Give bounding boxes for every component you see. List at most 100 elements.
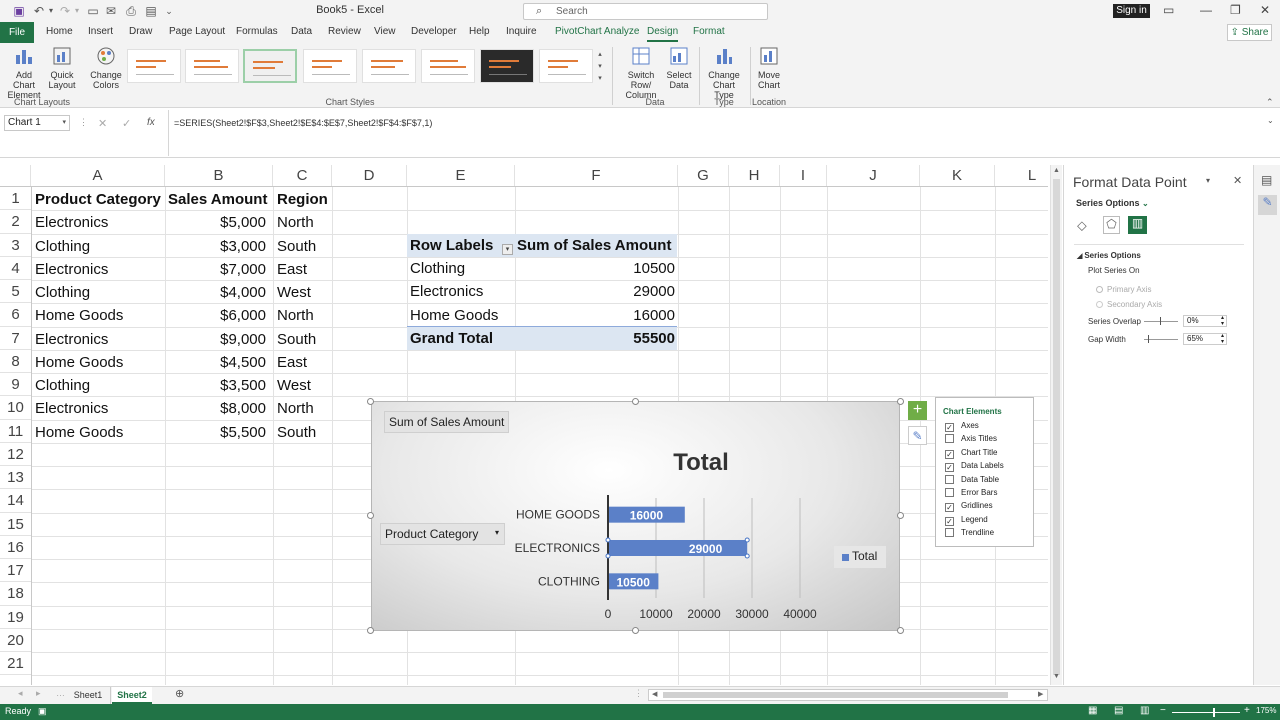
page-break-view-icon[interactable]: ▥ — [1140, 705, 1149, 716]
row-header[interactable]: 8 — [0, 350, 31, 373]
cell-sales-amount[interactable]: $3,000 — [168, 235, 266, 258]
tab-view[interactable]: View — [374, 26, 396, 37]
close-icon[interactable]: ✕ — [1260, 3, 1270, 17]
horizontal-scrollbar-thumb[interactable] — [663, 692, 1008, 698]
cell-product-category[interactable]: Home Goods — [35, 304, 123, 327]
cell-sales-amount[interactable]: $4,000 — [168, 281, 266, 304]
tab-format[interactable]: Format — [693, 26, 725, 37]
collapse-ribbon-icon[interactable]: ⌃ — [1266, 97, 1274, 108]
tab-design[interactable]: Design — [647, 26, 679, 42]
col-header-a[interactable]: A — [31, 165, 165, 187]
scroll-right-arrow-icon[interactable]: ▶ — [1038, 690, 1043, 698]
horizontal-scrollbar[interactable]: ◀ ▶ — [648, 689, 1048, 701]
cell-region[interactable]: East — [277, 351, 307, 374]
quick-layout-button[interactable]: Quick Layout — [46, 45, 78, 90]
series-options-icon[interactable]: ▥ — [1128, 216, 1147, 234]
chart-element-option[interactable]: ✓ Gridlines — [945, 501, 993, 513]
row-header[interactable]: 11 — [0, 420, 31, 443]
pivot-row-labels-header[interactable]: Row Labels — [410, 234, 493, 257]
pivot-grand-total-value[interactable]: 55500 — [580, 327, 675, 350]
header-product-category[interactable]: Product Category — [35, 188, 161, 211]
checkbox-checked-icon[interactable]: ✓ — [945, 516, 954, 526]
chart-style-7[interactable] — [480, 49, 534, 83]
resize-handle[interactable] — [367, 512, 374, 519]
zoom-slider[interactable] — [1172, 712, 1240, 713]
chart-element-option[interactable]: ✓ Data Labels — [945, 461, 1004, 473]
col-header-j[interactable]: J — [827, 165, 920, 187]
switch-row-column-button[interactable]: Switch Row/ Column — [618, 45, 664, 100]
checkbox-icon[interactable] — [945, 528, 954, 538]
search-input[interactable]: ⌕ Search — [523, 3, 768, 20]
add-chart-element-button[interactable]: Add Chart Element — [4, 45, 44, 100]
chart-style-4[interactable] — [303, 49, 357, 83]
col-header-g[interactable]: G — [678, 165, 729, 187]
cell-product-category[interactable]: Clothing — [35, 235, 90, 258]
chart-style-8[interactable] — [539, 49, 593, 83]
chart-element-option[interactable]: Error Bars — [945, 488, 997, 497]
col-header-d[interactable]: D — [332, 165, 407, 187]
ribbon-display-icon[interactable]: ▭ — [1163, 3, 1174, 17]
tab-pivotchart-analyze[interactable]: PivotChart Analyze — [555, 26, 640, 37]
series-overlap-input[interactable]: 0% ▴ ▾ — [1183, 315, 1227, 327]
pivot-chart[interactable]: Sum of Sales Amount Product Category ▾ To… — [371, 401, 900, 631]
scrollbar-thumb[interactable] — [1053, 179, 1060, 675]
cell-product-category[interactable]: Clothing — [35, 281, 90, 304]
normal-view-icon[interactable]: ▦ — [1088, 705, 1097, 716]
spinner-icon[interactable]: ▴ ▾ — [1221, 315, 1224, 327]
chart-elements-button[interactable]: + — [908, 401, 927, 420]
name-box-dropdown-icon[interactable]: ▾ — [62, 116, 66, 130]
cell-product-category[interactable]: Home Goods — [35, 351, 123, 374]
chart-element-option[interactable]: ✓ Axes — [945, 421, 979, 432]
scroll-left-arrow-icon[interactable]: ◀ — [652, 690, 657, 698]
legend[interactable]: Total — [834, 546, 886, 568]
row-header[interactable]: 2 — [0, 210, 31, 234]
change-chart-type-button[interactable]: Change Chart Type — [703, 45, 745, 100]
header-region[interactable]: Region — [277, 188, 328, 211]
cell-region[interactable]: South — [277, 328, 316, 351]
scroll-down-arrow-icon[interactable]: ▼ — [1053, 673, 1060, 680]
minimize-icon[interactable]: — — [1200, 3, 1212, 17]
pivot-row-value[interactable]: 29000 — [580, 280, 675, 303]
gap-width-slider[interactable] — [1144, 339, 1178, 340]
chart-style-5[interactable] — [362, 49, 416, 83]
resize-handle[interactable] — [897, 398, 904, 405]
row-header[interactable]: 17 — [0, 559, 31, 583]
pivot-filter-dropdown-icon[interactable]: ▾ — [502, 244, 513, 255]
col-header-e[interactable]: E — [407, 165, 515, 187]
secondary-axis-radio[interactable]: Secondary Axis — [1096, 300, 1162, 309]
scroll-up-arrow-icon[interactable]: ▲ — [1053, 167, 1060, 174]
chart-element-option[interactable]: Axis Titles — [945, 434, 997, 444]
row-header[interactable]: 3 — [0, 234, 31, 257]
cell-region[interactable]: West — [277, 281, 311, 304]
zoom-out-icon[interactable]: − — [1160, 705, 1166, 716]
checkbox-icon[interactable] — [945, 488, 954, 497]
sheet-tab-sheet2[interactable]: Sheet2 — [112, 687, 152, 704]
row-header[interactable]: 15 — [0, 513, 31, 536]
sheet-tab-sheet1[interactable]: Sheet1 — [66, 687, 111, 704]
tab-formulas[interactable]: Formulas — [236, 26, 278, 37]
resize-handle[interactable] — [897, 627, 904, 634]
checkbox-checked-icon[interactable]: ✓ — [945, 503, 954, 513]
zoom-in-icon[interactable]: + — [1244, 705, 1250, 716]
row-header[interactable]: 20 — [0, 629, 31, 652]
cell-sales-amount[interactable]: $9,000 — [168, 328, 266, 351]
gap-width-slider-thumb[interactable] — [1148, 335, 1149, 343]
cell-product-category[interactable]: Electronics — [35, 328, 108, 351]
pivot-row-value[interactable]: 16000 — [580, 304, 675, 327]
prev-sheet-icon[interactable]: ◂ — [18, 688, 23, 699]
row-header[interactable]: 16 — [0, 536, 31, 559]
resize-handle[interactable] — [632, 627, 639, 634]
cell-product-category[interactable]: Electronics — [35, 397, 108, 420]
expand-formula-bar-icon[interactable]: ⌄ — [1267, 116, 1274, 125]
col-header-f[interactable]: F — [515, 165, 678, 187]
checkbox-checked-icon[interactable]: ✓ — [945, 449, 954, 459]
chart-element-option[interactable]: Data Table — [945, 474, 999, 484]
series-overlap-slider-thumb[interactable] — [1160, 317, 1161, 325]
add-sheet-icon[interactable]: ⊕ — [175, 687, 184, 700]
cell-sales-amount[interactable]: $5,500 — [168, 421, 266, 444]
chart-styles-scroll[interactable]: ▴ ▾ ▾ — [595, 49, 605, 85]
cell-region[interactable]: North — [277, 211, 314, 234]
resize-handle[interactable] — [632, 398, 639, 405]
row-header[interactable]: 21 — [0, 652, 31, 676]
resize-handle[interactable] — [367, 398, 374, 405]
